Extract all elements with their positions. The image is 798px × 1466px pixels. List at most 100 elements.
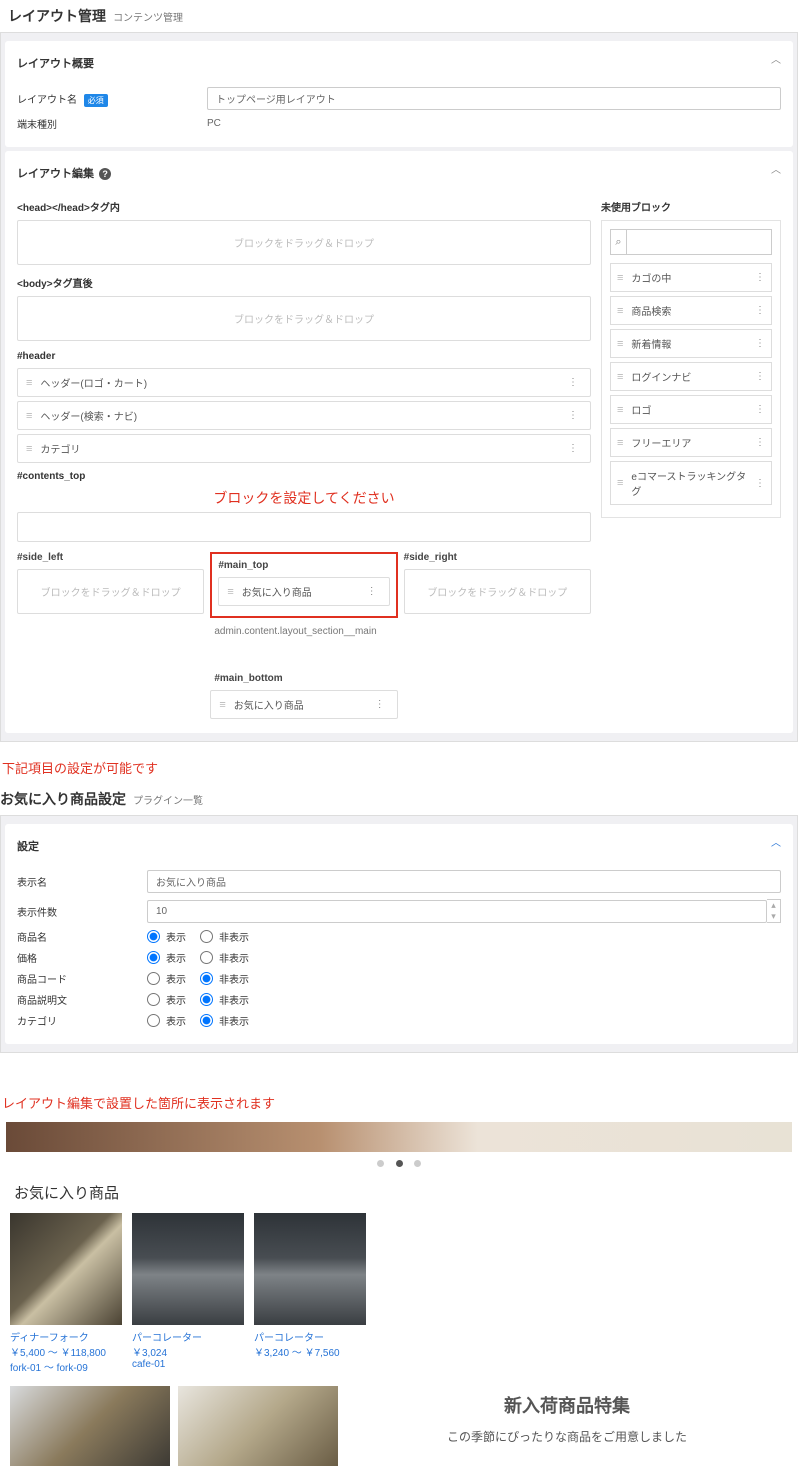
layout-name-label: レイアウト名 必須 [17,91,207,107]
edit-header: レイアウト編集 ? [17,161,781,191]
drag-handle-icon[interactable]: ≡ [227,586,233,598]
product-code-hide-radio[interactable] [200,972,213,985]
feature-title: 新入荷商品特集 [346,1392,788,1418]
contents-top-dropzone[interactable] [17,512,591,542]
layout-editor: <head></head>タグ内 ブロックをドラッグ＆ドロップ <body>タグ… [17,191,591,723]
chevron-up-icon[interactable]: ︿ [771,161,781,176]
kebab-menu-icon[interactable]: ⋮ [755,338,765,349]
product-card[interactable]: パーコレーター ￥3,024 cafe-01 [132,1213,244,1374]
section-body-label: <body>タグ直後 [17,275,591,290]
unused-block-item[interactable]: ≡ログインナビ⋮ [610,362,772,391]
drag-handle-icon[interactable]: ≡ [617,477,623,489]
breadcrumb: コンテンツ管理 [113,13,183,24]
product-card[interactable]: ディナーフォーク ￥5,400 ～ ￥118,800 fork-01 ～ for… [10,1213,122,1374]
side-right-dropzone[interactable]: ブロックをドラッグ＆ドロップ [404,569,591,614]
favorites-title: お気に入り商品 [14,1182,798,1203]
main-section-label: admin.content.layout_section__main [214,626,397,637]
kebab-menu-icon[interactable]: ⋮ [755,371,765,382]
help-icon[interactable]: ? [99,168,111,180]
feature-image [10,1386,170,1466]
block-item[interactable]: ≡ヘッダー(ロゴ・カート)⋮ [17,368,591,397]
layout-name-input[interactable] [207,87,781,110]
price-hide-radio[interactable] [200,951,213,964]
block-item[interactable]: ≡カテゴリ⋮ [17,434,591,463]
unused-block-item[interactable]: ≡ロゴ⋮ [610,395,772,424]
layout-summary-card: レイアウト概要 ︿ レイアウト名 必須 端末種別 PC [5,41,793,147]
page-header-2: お気に入り商品設定 プラグイン一覧 [0,783,798,815]
unused-header: 未使用ブロック [601,199,781,214]
display-name-input[interactable] [147,870,781,893]
head-dropzone[interactable]: ブロックをドラッグ＆ドロップ [17,220,591,265]
product-card[interactable]: パーコレーター ￥3,240 ～ ￥7,560 [254,1213,366,1374]
chevron-up-icon[interactable]: ︿ [771,51,781,66]
unused-block-item[interactable]: ≡フリーエリア⋮ [610,428,772,457]
product-price: ￥5,400 ～ ￥118,800 [10,1344,122,1359]
product-code-show-radio[interactable] [147,972,160,985]
unused-block-item[interactable]: ≡商品検索⋮ [610,296,772,325]
product-name-show-radio[interactable] [147,930,160,943]
settings-header: 設定 [17,834,781,864]
description-show-radio[interactable] [147,993,160,1006]
kebab-menu-icon[interactable]: ⋮ [363,586,381,597]
category-hide-radio[interactable] [200,1014,213,1027]
drag-handle-icon[interactable]: ≡ [219,699,225,711]
chevron-up-icon[interactable]: ︿ [771,834,781,849]
kebab-menu-icon[interactable]: ⋮ [564,443,582,454]
kebab-menu-icon[interactable]: ⋮ [755,404,765,415]
kebab-menu-icon[interactable]: ⋮ [564,377,582,388]
kebab-menu-icon[interactable]: ⋮ [564,410,582,421]
section-head-label: <head></head>タグ内 [17,199,591,214]
main-top-highlight: #main_top ≡お気に入り商品⋮ [210,552,397,618]
settings-card: 設定 ︿ 表示名 表示件数 ▴▾ 商品名 表示非表示 価格 表示非表示 商品コー… [5,824,793,1044]
category-show-radio[interactable] [147,1014,160,1027]
breadcrumb-2: プラグイン一覧 [133,796,203,807]
drag-handle-icon[interactable]: ≡ [26,377,32,389]
drag-handle-icon[interactable]: ≡ [617,272,623,284]
block-item[interactable]: ≡ヘッダー(検索・ナビ)⋮ [17,401,591,430]
price-show-radio[interactable] [147,951,160,964]
section-header-label: #header [17,351,591,362]
dot-icon[interactable] [414,1160,421,1167]
device-label: 端末種別 [17,116,207,131]
drag-handle-icon[interactable]: ≡ [26,443,32,455]
side-right-label: #side_right [404,552,591,563]
dot-icon[interactable] [377,1160,384,1167]
kebab-menu-icon[interactable]: ⋮ [755,272,765,283]
product-price: ￥3,024 [132,1344,244,1359]
summary-header: レイアウト概要 [17,51,781,81]
search-icon[interactable]: ⌕ [610,229,626,255]
kebab-menu-icon[interactable]: ⋮ [371,699,389,710]
kebab-menu-icon[interactable]: ⋮ [755,437,765,448]
product-name: パーコレーター [254,1329,366,1344]
drag-handle-icon[interactable]: ≡ [617,437,623,449]
kebab-menu-icon[interactable]: ⋮ [755,478,765,489]
product-code-label: 商品コード [17,971,147,986]
main-bottom-label: #main_bottom [214,673,397,684]
product-name-hide-radio[interactable] [200,930,213,943]
unused-block-item[interactable]: ≡カゴの中⋮ [610,263,772,292]
body-dropzone[interactable]: ブロックをドラッグ＆ドロップ [17,296,591,341]
feature-image [178,1386,338,1466]
unused-block-item[interactable]: ≡新着情報⋮ [610,329,772,358]
number-spinner[interactable]: ▴▾ [767,899,781,923]
drag-handle-icon[interactable]: ≡ [617,338,623,350]
drag-handle-icon[interactable]: ≡ [617,305,623,317]
block-item[interactable]: ≡お気に入り商品⋮ [210,690,397,719]
unused-block-item[interactable]: ≡eコマーストラッキングタグ⋮ [610,461,772,505]
block-item[interactable]: ≡お気に入り商品⋮ [218,577,389,606]
layout-frame: レイアウト概要 ︿ レイアウト名 必須 端末種別 PC レイアウト編集 ? ︿ … [0,32,798,742]
product-price: ￥3,240 ～ ￥7,560 [254,1344,366,1359]
preview-area: お気に入り商品 ディナーフォーク ￥5,400 ～ ￥118,800 fork-… [0,1122,798,1466]
drag-handle-icon[interactable]: ≡ [26,410,32,422]
product-code: cafe-01 [132,1359,244,1370]
unused-search-input[interactable] [626,229,772,255]
dot-icon[interactable] [396,1160,403,1167]
display-count-input[interactable] [147,900,767,923]
kebab-menu-icon[interactable]: ⋮ [755,305,765,316]
drag-handle-icon[interactable]: ≡ [617,371,623,383]
description-hide-radio[interactable] [200,993,213,1006]
layout-edit-card: レイアウト編集 ? ︿ <head></head>タグ内 ブロックをドラッグ＆ド… [5,151,793,733]
unused-blocks-panel: 未使用ブロック ⌕ ≡カゴの中⋮ ≡商品検索⋮ ≡新着情報⋮ ≡ログインナビ⋮ … [601,191,781,723]
side-left-dropzone[interactable]: ブロックをドラッグ＆ドロップ [17,569,204,614]
drag-handle-icon[interactable]: ≡ [617,404,623,416]
